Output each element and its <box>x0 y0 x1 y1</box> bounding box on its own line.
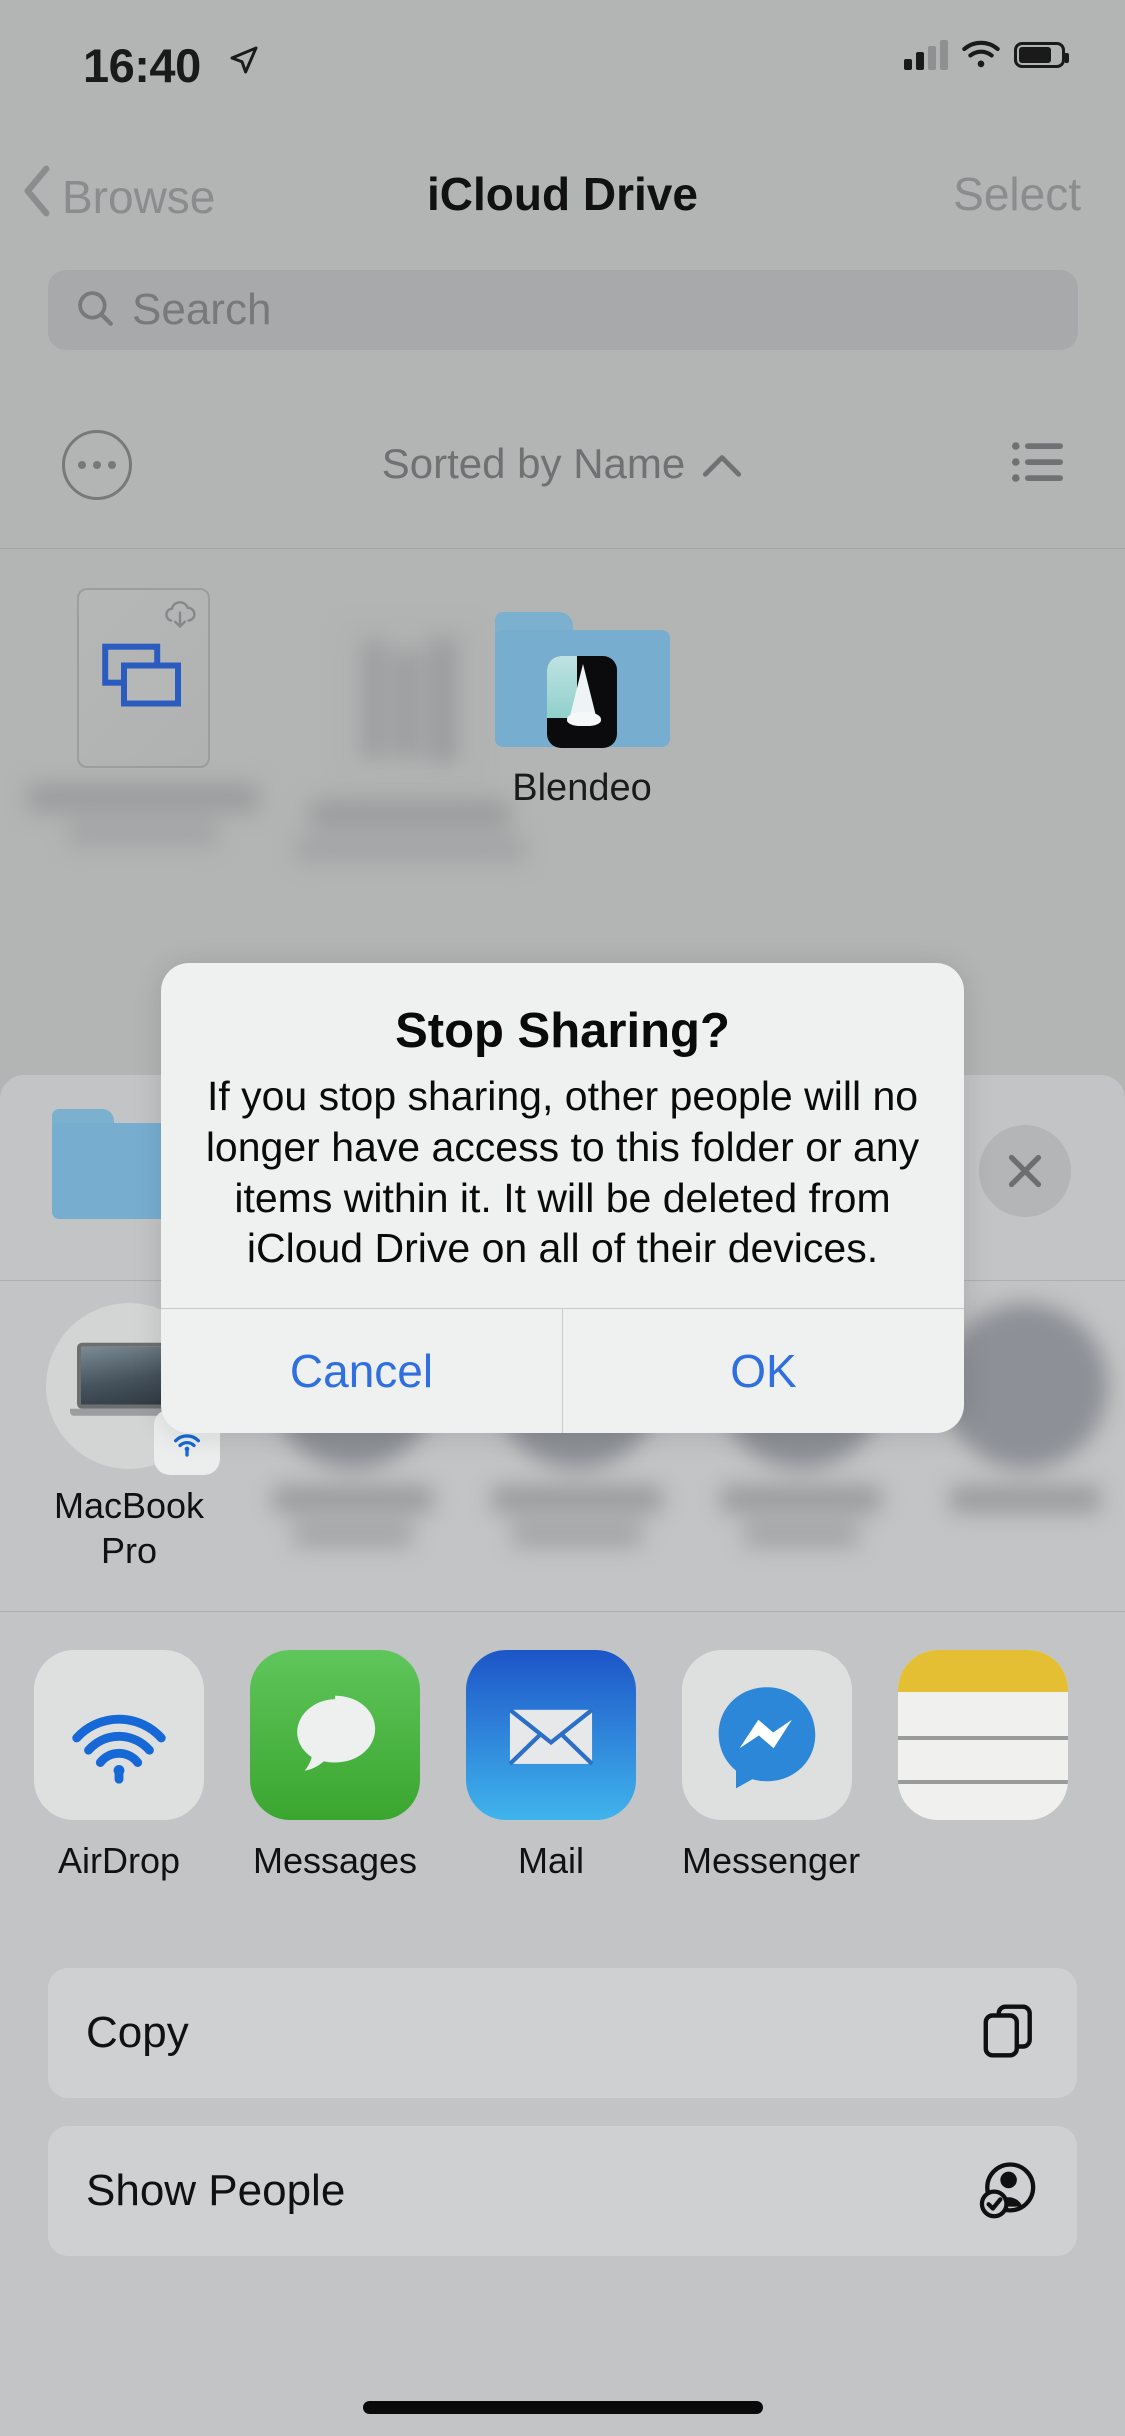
alert-actions: Cancel OK <box>161 1309 964 1434</box>
stop-sharing-alert: Stop Sharing? If you stop sharing, other… <box>161 963 964 1434</box>
alert-message: If you stop sharing, other people will n… <box>205 1073 920 1272</box>
cancel-button[interactable]: Cancel <box>161 1309 562 1433</box>
alert-overlay: Stop Sharing? If you stop sharing, other… <box>0 0 1125 2436</box>
alert-body: Stop Sharing? If you stop sharing, other… <box>161 963 964 1308</box>
alert-title: Stop Sharing? <box>395 1004 730 1058</box>
ok-button[interactable]: OK <box>563 1309 964 1433</box>
